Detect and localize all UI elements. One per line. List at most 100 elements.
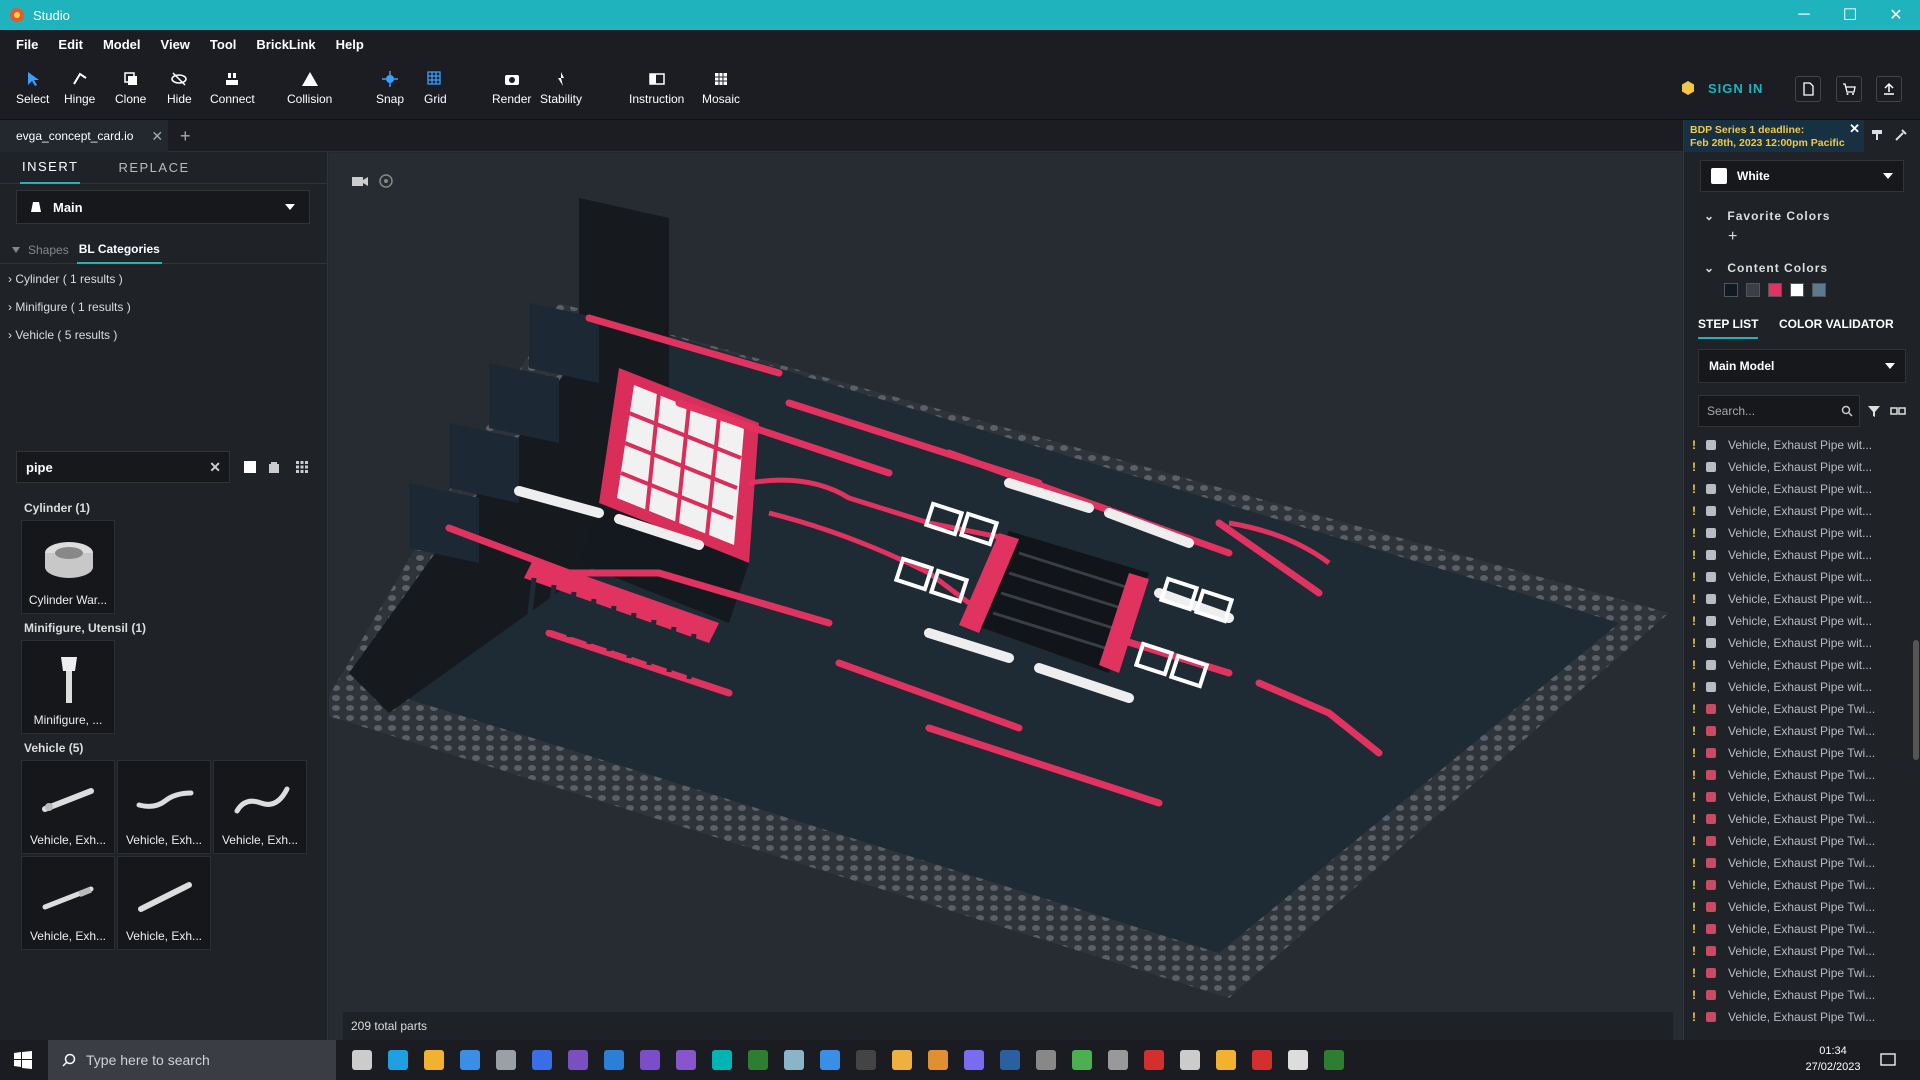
- favorite-colors-header[interactable]: ⌄ Favorite Colors: [1704, 209, 1830, 223]
- step-list-item[interactable]: ! Vehicle, Exhaust Pipe Twi...: [1684, 940, 1912, 962]
- step-list-item[interactable]: ! Vehicle, Exhaust Pipe Twi...: [1684, 984, 1912, 1006]
- taskbar-app-icon[interactable]: [388, 1050, 408, 1070]
- step-list-item[interactable]: ! Vehicle, Exhaust Pipe Twi...: [1684, 852, 1912, 874]
- tree-item-minifigure[interactable]: › Minifigure ( 1 results ): [8, 300, 131, 314]
- taskbar-app-icon[interactable]: [928, 1050, 948, 1070]
- close-window-button[interactable]: ✕: [1873, 0, 1919, 30]
- taskbar-search-input[interactable]: Type here to search: [48, 1040, 336, 1080]
- part-search-input[interactable]: pipe ✕: [16, 451, 230, 483]
- step-list-item[interactable]: ! Vehicle, Exhaust Pipe wit...: [1684, 566, 1912, 588]
- minimize-button[interactable]: ─: [1781, 0, 1827, 30]
- taskbar-app-icon[interactable]: [676, 1050, 696, 1070]
- step-list-item[interactable]: ! Vehicle, Exhaust Pipe Twi...: [1684, 874, 1912, 896]
- 3d-viewport[interactable]: 209 total parts: [329, 153, 1683, 1050]
- select-tool-button[interactable]: Select: [16, 70, 49, 106]
- taskbar-app-icon[interactable]: [424, 1050, 444, 1070]
- tab-shapes[interactable]: Shapes: [28, 243, 69, 257]
- step-list-item[interactable]: ! Vehicle, Exhaust Pipe wit...: [1684, 544, 1912, 566]
- tab-color-validator[interactable]: COLOR VALIDATOR: [1779, 317, 1894, 331]
- menu-model[interactable]: Model: [93, 37, 151, 52]
- step-list-item[interactable]: ! Vehicle, Exhaust Pipe wit...: [1684, 610, 1912, 632]
- menu-edit[interactable]: Edit: [48, 37, 93, 52]
- render-tool-button[interactable]: Render: [492, 70, 531, 106]
- taskbar-app-icon[interactable]: [1252, 1050, 1272, 1070]
- step-list-item[interactable]: ! Vehicle, Exhaust Pipe Twi...: [1684, 962, 1912, 984]
- connect-tool-button[interactable]: Connect: [210, 70, 255, 106]
- notification-icon[interactable]: [1880, 1052, 1896, 1068]
- filter-icon[interactable]: [1867, 404, 1881, 418]
- taskbar-app-icon[interactable]: [1000, 1050, 1020, 1070]
- content-color-swatch[interactable]: [1746, 283, 1760, 297]
- part-card[interactable]: Vehicle, Exh...: [117, 856, 211, 950]
- step-list-item[interactable]: ! Vehicle, Exhaust Pipe Twi...: [1684, 808, 1912, 830]
- taskbar-app-icon[interactable]: [1036, 1050, 1056, 1070]
- windows-start-icon[interactable]: [14, 1051, 32, 1069]
- upload-button[interactable]: [1876, 76, 1902, 102]
- step-list-item[interactable]: ! Vehicle, Exhaust Pipe wit...: [1684, 500, 1912, 522]
- step-search-input[interactable]: Search...: [1698, 395, 1860, 427]
- close-tab-icon[interactable]: ✕: [151, 128, 163, 145]
- taskbar-app-icon[interactable]: [460, 1050, 480, 1070]
- tab-bl-categories[interactable]: BL Categories: [76, 236, 162, 264]
- menu-bricklink[interactable]: BrickLink: [246, 37, 325, 52]
- palette-dropdown[interactable]: Main: [16, 190, 310, 224]
- step-list-item[interactable]: ! Vehicle, Exhaust Pipe wit...: [1684, 654, 1912, 676]
- collision-tool-button[interactable]: Collision: [287, 70, 332, 106]
- content-color-swatch[interactable]: [1768, 283, 1782, 297]
- clone-tool-button[interactable]: Clone: [115, 70, 146, 106]
- stability-tool-button[interactable]: Stability: [540, 70, 582, 106]
- step-list-item[interactable]: ! Vehicle, Exhaust Pipe Twi...: [1684, 918, 1912, 940]
- content-color-swatch[interactable]: [1790, 283, 1804, 297]
- grid-tool-button[interactable]: Grid: [424, 70, 447, 106]
- step-list-item[interactable]: ! Vehicle, Exhaust Pipe wit...: [1684, 478, 1912, 500]
- taskbar-app-icon[interactable]: [856, 1050, 876, 1070]
- cart-button[interactable]: [1836, 76, 1862, 102]
- tab-step-list[interactable]: STEP LIST: [1698, 317, 1759, 339]
- taskbar-app-icon[interactable]: [1144, 1050, 1164, 1070]
- mosaic-tool-button[interactable]: Mosaic: [702, 70, 740, 106]
- taskbar-app-icon[interactable]: [640, 1050, 660, 1070]
- step-list-item[interactable]: ! Vehicle, Exhaust Pipe wit...: [1684, 632, 1912, 654]
- part-card[interactable]: Vehicle, Exh...: [117, 760, 211, 854]
- snap-tool-button[interactable]: Snap: [376, 70, 404, 106]
- paint-bucket-icon[interactable]: [1870, 128, 1884, 142]
- step-list-item[interactable]: ! Vehicle, Exhaust Pipe wit...: [1684, 434, 1912, 456]
- taskbar-app-icon[interactable]: [568, 1050, 588, 1070]
- system-clock[interactable]: 01:34 27/02/2023: [1798, 1043, 1868, 1075]
- menu-help[interactable]: Help: [326, 37, 374, 52]
- part-card[interactable]: Vehicle, Exh...: [21, 760, 115, 854]
- file-export-button[interactable]: [1795, 76, 1821, 102]
- clear-search-icon[interactable]: ✕: [209, 459, 221, 476]
- tab-replace[interactable]: REPLACE: [116, 152, 191, 183]
- step-list-item[interactable]: ! Vehicle, Exhaust Pipe Twi...: [1684, 764, 1912, 786]
- content-color-swatch[interactable]: [1812, 283, 1826, 297]
- sign-in-button[interactable]: SIGN IN: [1680, 80, 1763, 96]
- taskbar-app-icon[interactable]: [748, 1050, 768, 1070]
- taskbar-app-icon[interactable]: [1324, 1050, 1344, 1070]
- hide-tool-button[interactable]: Hide: [167, 70, 192, 106]
- part-card[interactable]: Cylinder War...: [21, 520, 115, 614]
- taskbar-app-icon[interactable]: [820, 1050, 840, 1070]
- taskbar-app-icon[interactable]: [604, 1050, 624, 1070]
- step-list-item[interactable]: ! Vehicle, Exhaust Pipe Twi...: [1684, 1006, 1912, 1028]
- taskbar-app-icon[interactable]: [964, 1050, 984, 1070]
- part-card[interactable]: Minifigure, ...: [21, 640, 115, 734]
- menu-tool[interactable]: Tool: [200, 37, 246, 52]
- taskbar-app-icon[interactable]: [1216, 1050, 1236, 1070]
- taskbar-app-icon[interactable]: [352, 1050, 372, 1070]
- link-icon[interactable]: [1890, 404, 1906, 418]
- chevron-down-icon[interactable]: [12, 246, 20, 253]
- taskbar-app-icon[interactable]: [1072, 1050, 1092, 1070]
- taskbar-app-icon[interactable]: [532, 1050, 552, 1070]
- menu-view[interactable]: View: [151, 37, 200, 52]
- taskbar-app-icon[interactable]: [1108, 1050, 1128, 1070]
- part-card[interactable]: Vehicle, Exh...: [213, 760, 307, 854]
- step-list-scrollbar[interactable]: [1913, 640, 1919, 760]
- model-dropdown[interactable]: Main Model: [1698, 349, 1906, 383]
- tab-insert[interactable]: INSERT: [20, 151, 81, 184]
- content-colors-header[interactable]: ⌄ Content Colors: [1704, 261, 1828, 275]
- hinge-tool-button[interactable]: Hinge: [64, 70, 95, 106]
- color-dropdown[interactable]: White: [1700, 160, 1904, 192]
- step-list-item[interactable]: ! Vehicle, Exhaust Pipe wit...: [1684, 676, 1912, 698]
- large-view-icon[interactable]: [242, 459, 258, 475]
